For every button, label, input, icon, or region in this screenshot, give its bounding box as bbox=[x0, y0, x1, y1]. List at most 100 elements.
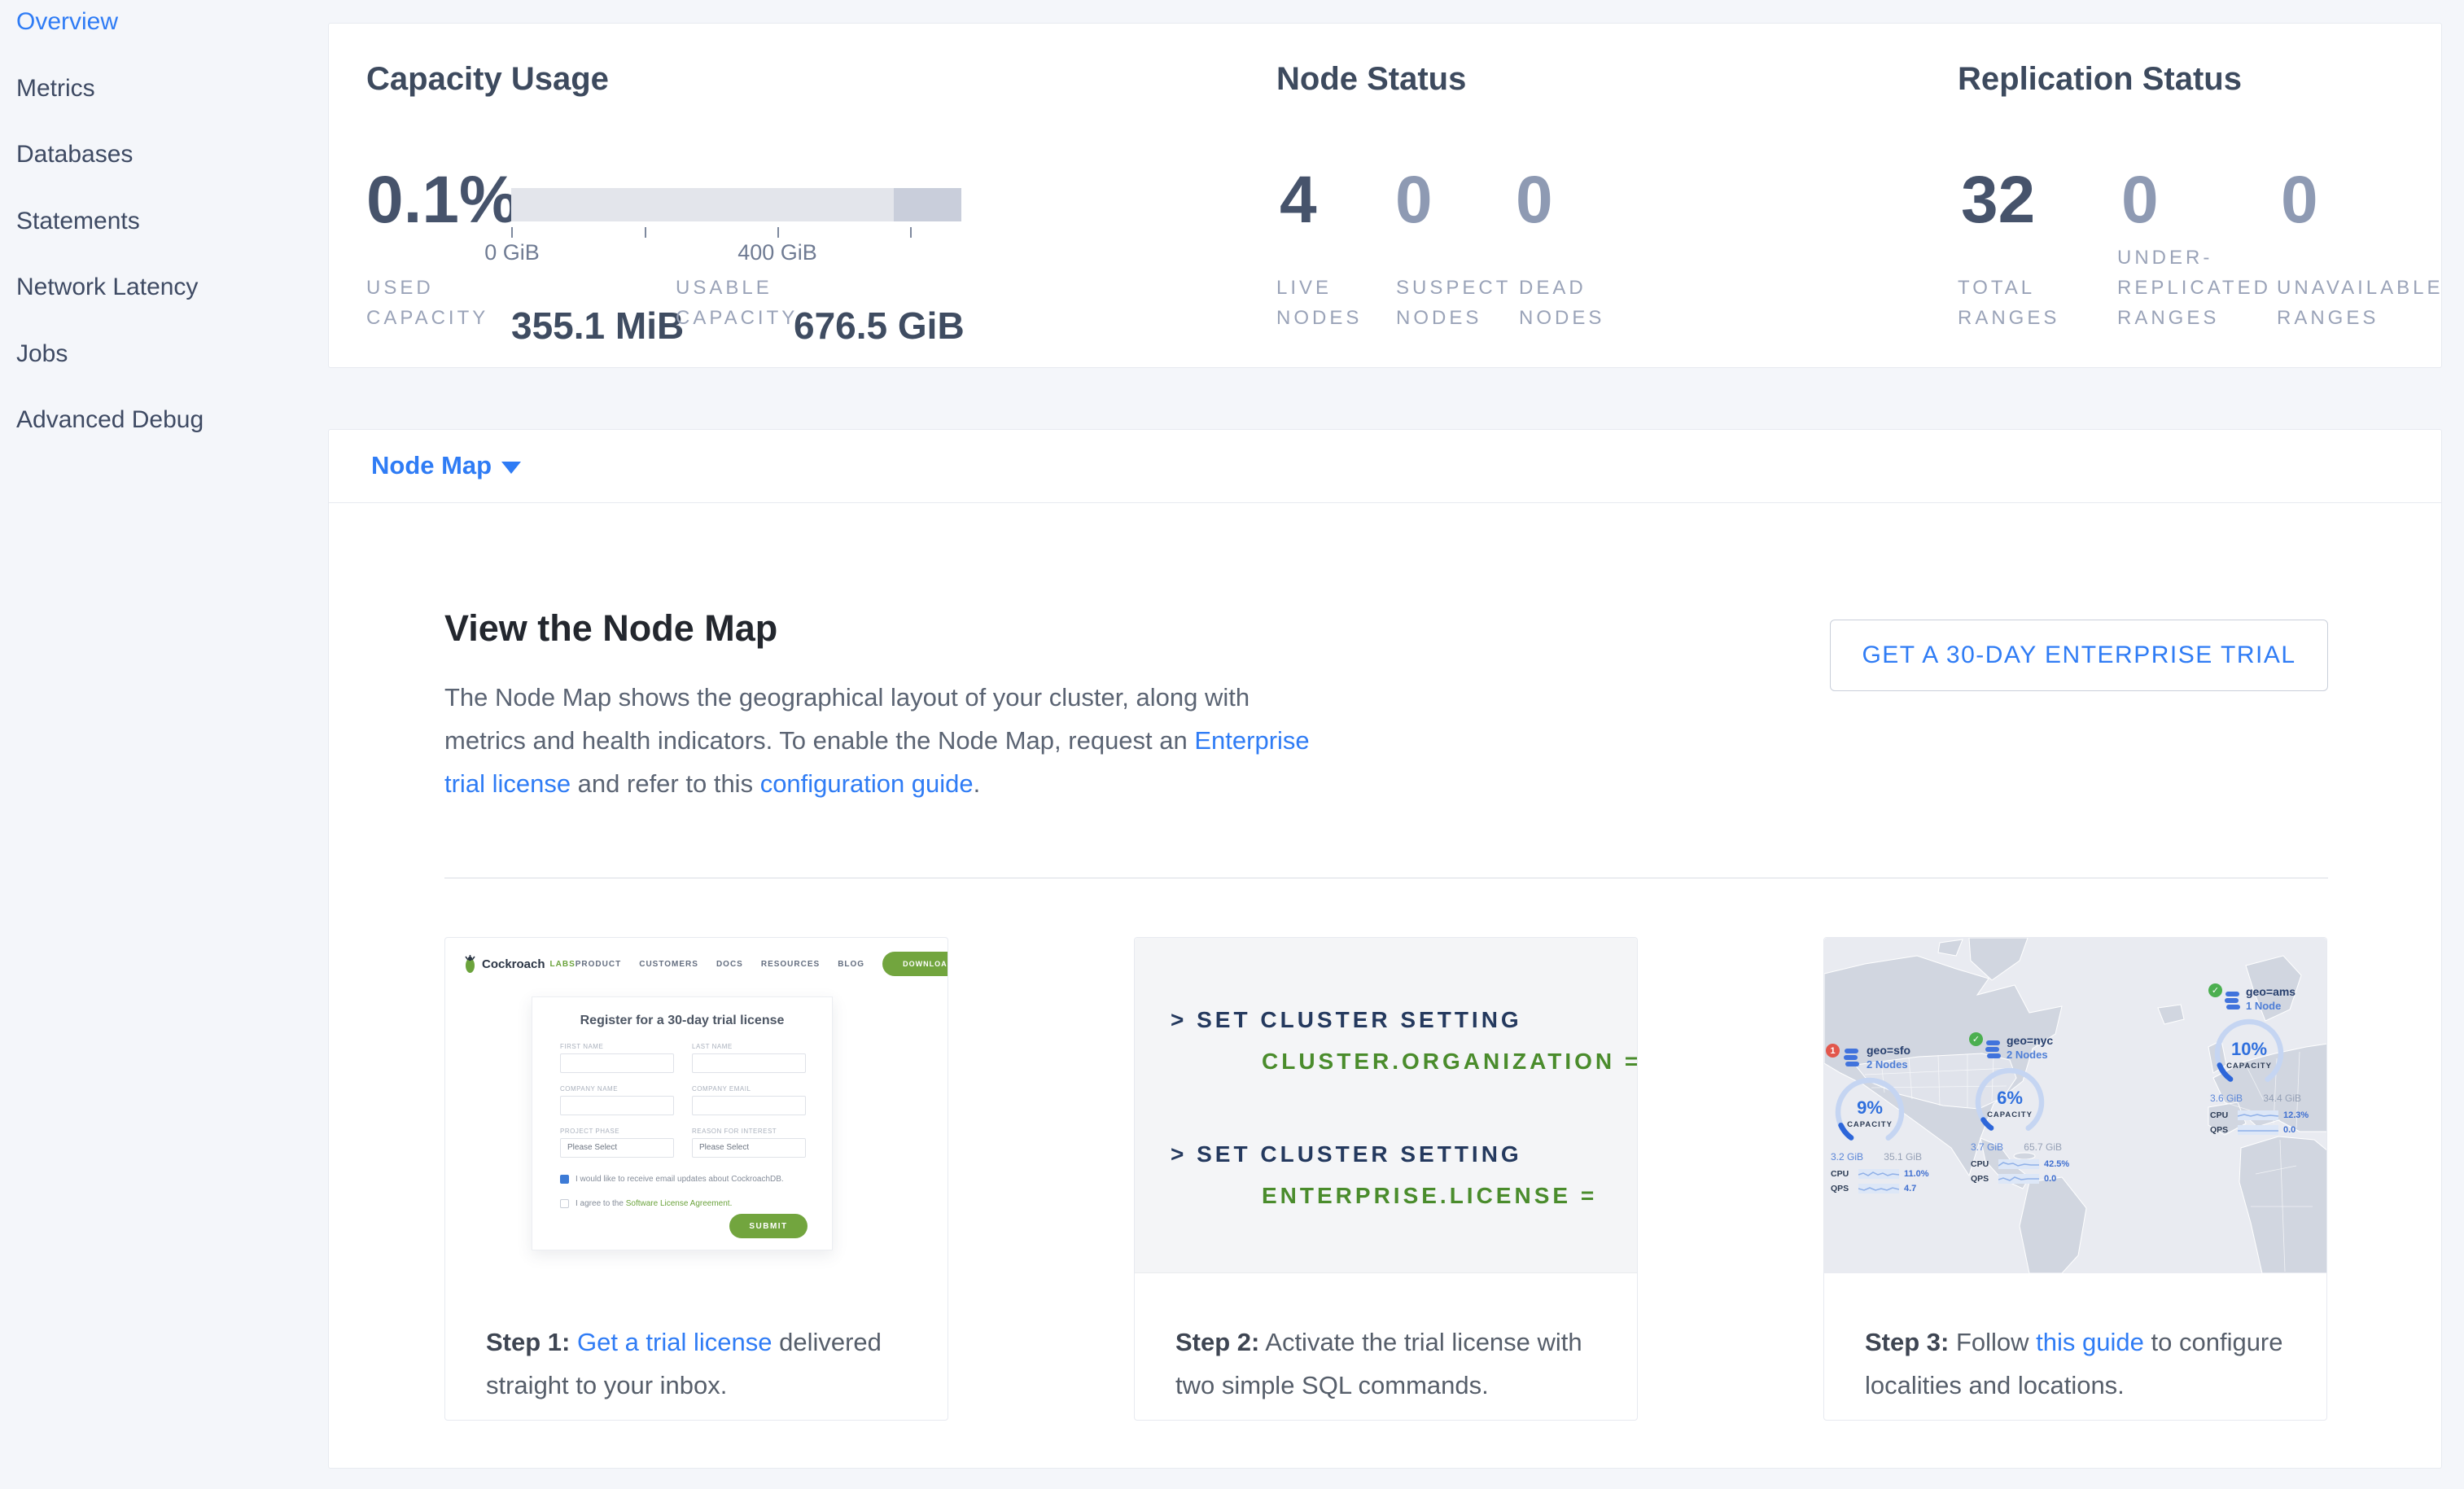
mini-input bbox=[560, 1053, 674, 1073]
step2-caption: Step 2: Activate the trial license with … bbox=[1175, 1320, 1608, 1407]
svg-text:CAPACITY: CAPACITY bbox=[1987, 1110, 2033, 1119]
dead-nodes-label: DEAD NODES bbox=[1519, 273, 1604, 333]
mini-input bbox=[560, 1096, 674, 1115]
svg-text:6%: 6% bbox=[1997, 1088, 2023, 1108]
mini-field-label: COMPANY NAME bbox=[560, 1085, 618, 1093]
dead-nodes-value: 0 bbox=[1516, 167, 1553, 234]
check-icon: ✓ bbox=[2208, 983, 2222, 997]
checkbox-unchecked-icon bbox=[560, 1199, 569, 1208]
used-capacity-label: USED CAPACITY bbox=[366, 273, 488, 333]
sidebar-item-overview[interactable]: Overview bbox=[16, 8, 118, 36]
locality-name: geo=sfo bbox=[1867, 1044, 1910, 1057]
svg-text:CAPACITY: CAPACITY bbox=[2226, 1062, 2272, 1071]
sidebar-item-statements[interactable]: Statements bbox=[16, 208, 140, 235]
configuration-guide-link[interactable]: configuration guide bbox=[760, 769, 974, 798]
get-enterprise-trial-button[interactable]: GET A 30-DAY ENTERPRISE TRIAL bbox=[1830, 620, 2328, 691]
view-selector-label: Node Map bbox=[371, 451, 492, 480]
capacity-axis-label-mid: 400 GiB bbox=[720, 240, 834, 265]
svg-text:CAPACITY: CAPACITY bbox=[1847, 1120, 1893, 1129]
cpu-value: 42.5% bbox=[2044, 1159, 2069, 1169]
under-replicated-ranges-value: 0 bbox=[2121, 167, 2159, 234]
capacity-donut: 9% CAPACITY bbox=[1831, 1073, 1909, 1151]
qps-label: QPS bbox=[2210, 1125, 2233, 1135]
description-text: and refer to this bbox=[571, 769, 760, 798]
description-text: . bbox=[974, 769, 981, 798]
total-ranges-value: 32 bbox=[1961, 167, 2035, 234]
mini-registration-form: Register for a 30-day trial license FIRS… bbox=[532, 996, 833, 1250]
enterprise-trial-license-link[interactable]: Enterprise bbox=[1194, 726, 1309, 755]
cpu-sparkline-icon bbox=[1998, 1159, 2039, 1169]
qps-label: QPS bbox=[1831, 1184, 1853, 1193]
step1-card: Cockroach LABS PRODUCT CUSTOMERS DOCS RE… bbox=[444, 937, 948, 1421]
step3-label: Step 3: bbox=[1865, 1328, 1949, 1356]
sidebar-item-network-latency[interactable]: Network Latency bbox=[16, 274, 198, 301]
step1-caption: Step 1: Get a trial license delivered st… bbox=[486, 1320, 918, 1407]
cpu-sparkline-icon bbox=[1858, 1169, 1899, 1179]
mini-input bbox=[692, 1096, 806, 1115]
step3-caption: Step 3: Follow this guide to configure l… bbox=[1865, 1320, 2297, 1407]
unavailable-ranges-value: 0 bbox=[2281, 167, 2318, 234]
qps-sparkline-icon bbox=[2238, 1125, 2278, 1135]
locality-used: 3.2 GiB bbox=[1831, 1151, 1863, 1163]
sidebar-item-advanced-debug[interactable]: Advanced Debug bbox=[16, 406, 204, 434]
mini-field-label: REASON FOR INTEREST bbox=[692, 1128, 777, 1135]
mini-select: Please Select bbox=[560, 1138, 674, 1158]
database-icon bbox=[1985, 1040, 2002, 1060]
chevron-down-icon bbox=[501, 462, 521, 474]
capacity-donut: 6% CAPACITY bbox=[1971, 1063, 2049, 1141]
locality-name: geo=ams bbox=[2246, 985, 2296, 998]
step2-label: Step 2: bbox=[1175, 1328, 1259, 1356]
live-nodes-label: LIVE NODES bbox=[1276, 273, 1362, 333]
sidebar-item-databases[interactable]: Databases bbox=[16, 141, 133, 169]
suspect-nodes-value: 0 bbox=[1395, 167, 1433, 234]
used-capacity-value: 355.1 MiB bbox=[511, 304, 684, 348]
qps-value: 4.7 bbox=[1904, 1184, 1916, 1193]
mini-checkbox-label: I would like to receive email updates ab… bbox=[576, 1175, 784, 1184]
cpu-sparkline-icon bbox=[2238, 1110, 2278, 1120]
mini-nav-resources: RESOURCES bbox=[761, 960, 820, 969]
locality-nodes: 2 Nodes bbox=[1867, 1058, 1908, 1071]
mini-input bbox=[692, 1053, 806, 1073]
mini-license-agreement-link: Software License Agreement. bbox=[626, 1199, 733, 1208]
suspect-nodes-label: SUSPECT NODES bbox=[1396, 273, 1511, 333]
total-ranges-label: TOTAL RANGES bbox=[1958, 273, 2059, 333]
cpu-label: CPU bbox=[1831, 1169, 1853, 1179]
locality-used: 3.7 GiB bbox=[1971, 1141, 2003, 1153]
enterprise-trial-license-link[interactable]: trial license bbox=[444, 769, 571, 798]
check-icon: ✓ bbox=[1969, 1032, 1983, 1046]
sql-keyword: > SET CLUSTER SETTING bbox=[1171, 1007, 1522, 1033]
capacity-usage-bar bbox=[511, 188, 961, 221]
mini-nav-customers: CUSTOMERS bbox=[639, 960, 698, 969]
capacity-usage-title: Capacity Usage bbox=[366, 61, 609, 98]
capacity-axis-tick bbox=[645, 227, 646, 238]
mini-submit-button: SUBMIT bbox=[729, 1214, 807, 1238]
qps-label: QPS bbox=[1971, 1174, 1994, 1184]
mini-field-label: PROJECT PHASE bbox=[560, 1128, 619, 1135]
brand-suffix: LABS bbox=[550, 960, 576, 969]
capacity-bar-nonusable-segment bbox=[894, 188, 961, 221]
this-guide-link[interactable]: this guide bbox=[2036, 1328, 2144, 1356]
capacity-axis-tick bbox=[511, 227, 513, 238]
checkbox-checked-icon bbox=[560, 1175, 569, 1184]
get-trial-license-link[interactable]: Get a trial license bbox=[577, 1328, 772, 1356]
node-map-description: The Node Map shows the geographical layo… bbox=[444, 676, 1310, 805]
view-selector-dropdown[interactable]: Node Map bbox=[329, 430, 2441, 503]
locality-total: 34.4 GiB bbox=[2263, 1093, 2301, 1104]
qps-sparkline-icon bbox=[1998, 1174, 2039, 1184]
sql-setting-name: CLUSTER.ORGANIZATION = bbox=[1262, 1049, 1637, 1075]
trial-license-form-screenshot: Cockroach LABS PRODUCT CUSTOMERS DOCS RE… bbox=[445, 938, 948, 1273]
locality-nodes: 1 Node bbox=[2246, 1000, 2281, 1012]
usable-capacity-label: USABLE CAPACITY bbox=[676, 273, 798, 333]
description-text: metrics and health indicators. To enable… bbox=[444, 726, 1194, 755]
under-replicated-ranges-label: UNDER- REPLICATED RANGES bbox=[2117, 243, 2271, 333]
step1-label: Step 1: bbox=[486, 1328, 570, 1356]
locality-total: 65.7 GiB bbox=[2024, 1141, 2062, 1153]
step2-card: > SET CLUSTER SETTING CLUSTER.ORGANIZATI… bbox=[1134, 937, 1638, 1421]
capacity-axis-tick bbox=[777, 227, 779, 238]
capacity-axis-tick bbox=[910, 227, 912, 238]
capacity-axis-label-min: 0 GiB bbox=[463, 240, 561, 265]
sidebar-item-jobs[interactable]: Jobs bbox=[16, 340, 68, 368]
step3-card: 1 geo=sfo 2 Nodes 9% CAPACITY 3.2 GiB35.… bbox=[1823, 937, 2327, 1421]
svg-text:9%: 9% bbox=[1857, 1097, 1883, 1118]
sidebar-item-metrics[interactable]: Metrics bbox=[16, 75, 95, 103]
